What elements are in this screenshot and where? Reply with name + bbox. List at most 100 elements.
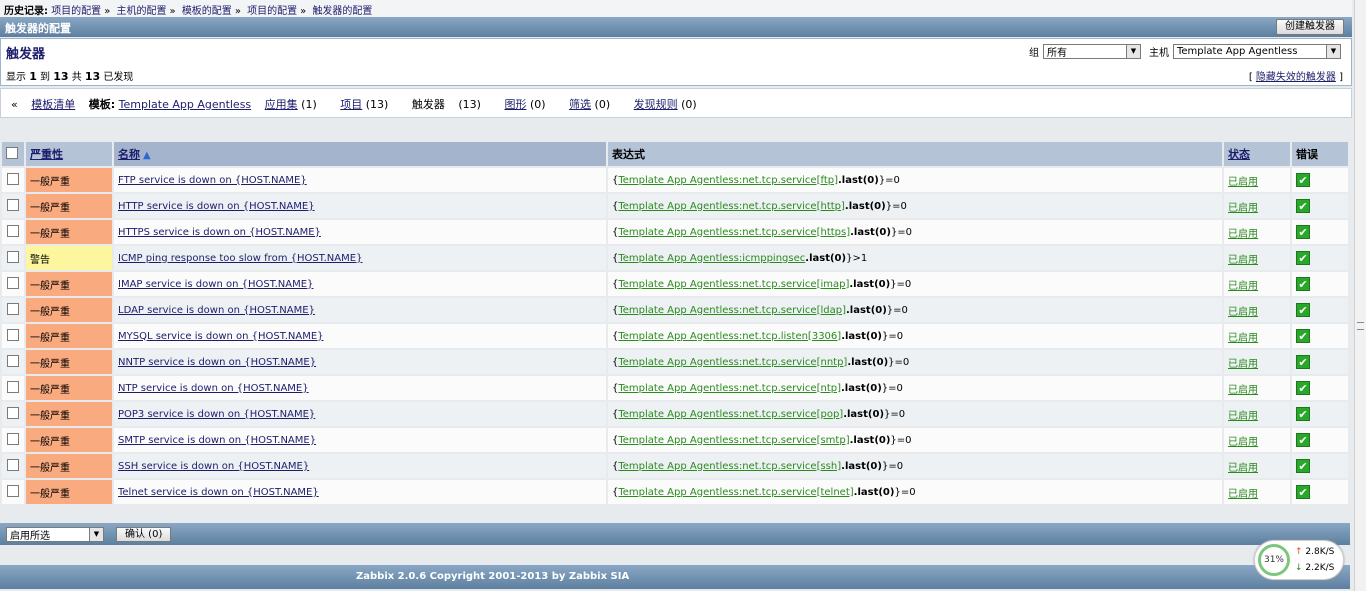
hide-disabled-link[interactable]: 隐藏失效的触发器 bbox=[1256, 72, 1336, 83]
status-toggle-link[interactable]: 已启用 bbox=[1228, 437, 1258, 448]
history-item[interactable]: 项目的配置 bbox=[51, 6, 101, 17]
trigger-name-link[interactable]: NNTP service is down on {HOST.NAME} bbox=[118, 357, 316, 368]
expr-function: .last(0) bbox=[840, 382, 882, 394]
history-label: 历史记录: bbox=[4, 6, 48, 17]
history-item[interactable]: 模板的配置 bbox=[182, 6, 232, 17]
expression-item-link[interactable]: Template App Agentless:net.tcp.service[p… bbox=[618, 409, 843, 420]
status-cell: 已启用 bbox=[1224, 272, 1290, 296]
trigger-name-link[interactable]: SMTP service is down on {HOST.NAME} bbox=[118, 435, 316, 446]
trigger-name-link[interactable]: POP3 service is down on {HOST.NAME} bbox=[118, 409, 315, 420]
display-prefix: 显示 bbox=[6, 72, 26, 83]
expression-item-link[interactable]: Template App Agentless:net.tcp.service[s… bbox=[618, 461, 841, 472]
name-cell: SSH service is down on {HOST.NAME} bbox=[114, 454, 606, 478]
network-speed-widget[interactable]: 31% ↑ 2.8K/S ↓ 2.2K/S bbox=[1254, 540, 1344, 580]
severity-cell: 一般严重 bbox=[26, 194, 112, 218]
mass-action-select[interactable]: 启用所选 ▼ bbox=[6, 526, 104, 542]
section-title: 触发器的配置 bbox=[5, 22, 71, 35]
trigger-name-link[interactable]: LDAP service is down on {HOST.NAME} bbox=[118, 305, 315, 316]
trigger-name-link[interactable]: FTP service is down on {HOST.NAME} bbox=[118, 175, 307, 186]
row-checkbox[interactable] bbox=[7, 406, 19, 419]
confirm-button[interactable]: 确认 (0) bbox=[116, 526, 172, 542]
row-checkbox[interactable] bbox=[7, 250, 19, 263]
status-toggle-link[interactable]: 已启用 bbox=[1228, 385, 1258, 396]
select-all-checkbox[interactable] bbox=[6, 146, 18, 159]
trigger-name-link[interactable]: Telnet service is down on {HOST.NAME} bbox=[118, 487, 319, 498]
trigger-name-link[interactable]: HTTP service is down on {HOST.NAME} bbox=[118, 201, 315, 212]
severity-header[interactable]: 严重性 bbox=[26, 142, 112, 166]
expression-cell: {Template App Agentless:net.tcp.listen[3… bbox=[608, 324, 1222, 348]
expression-item-link[interactable]: Template App Agentless:net.tcp.listen[33… bbox=[618, 331, 841, 342]
display-total: 13 bbox=[84, 70, 101, 83]
host-select[interactable]: Template App Agentless ▼ bbox=[1173, 44, 1341, 59]
name-cell: LDAP service is down on {HOST.NAME} bbox=[114, 298, 606, 322]
back-icon: « bbox=[11, 98, 18, 111]
row-checkbox[interactable] bbox=[7, 458, 19, 471]
row-checkbox[interactable] bbox=[7, 198, 19, 211]
trigger-name-link[interactable]: IMAP service is down on {HOST.NAME} bbox=[118, 279, 313, 290]
row-checkbox[interactable] bbox=[7, 432, 19, 445]
expression-item-link[interactable]: Template App Agentless:net.tcp.service[f… bbox=[618, 175, 838, 186]
trigger-name-link[interactable]: ICMP ping response too slow from {HOST.N… bbox=[118, 253, 362, 264]
graphs-link[interactable]: 图形 bbox=[504, 98, 526, 111]
row-checkbox[interactable] bbox=[7, 328, 19, 341]
expr-tail: }=0 bbox=[881, 460, 904, 472]
group-select[interactable]: 所有 ▼ bbox=[1043, 44, 1141, 59]
arrow-up-icon: ↑ bbox=[1295, 547, 1303, 557]
name-header[interactable]: 名称 ▲ bbox=[114, 142, 606, 166]
row-checkbox[interactable] bbox=[7, 172, 19, 185]
status-sort-link[interactable]: 状态 bbox=[1228, 148, 1250, 161]
expression-item-link[interactable]: Template App Agentless:net.tcp.service[n… bbox=[618, 383, 841, 394]
expression-cell: {Template App Agentless:net.tcp.service[… bbox=[608, 350, 1222, 374]
row-checkbox[interactable] bbox=[7, 302, 19, 315]
row-checkbox[interactable] bbox=[7, 224, 19, 237]
status-toggle-link[interactable]: 已启用 bbox=[1228, 463, 1258, 474]
expression-item-link[interactable]: Template App Agentless:net.tcp.service[s… bbox=[618, 435, 849, 446]
template-list-link[interactable]: 模板清单 bbox=[31, 98, 75, 111]
expression-item-link[interactable]: Template App Agentless:net.tcp.service[n… bbox=[618, 357, 847, 368]
display-count: 显示 1 到 13 共 13 已发现 bbox=[6, 68, 133, 83]
severity-cell: 一般严重 bbox=[26, 376, 112, 400]
status-toggle-link[interactable]: 已启用 bbox=[1228, 489, 1258, 500]
trigger-name-link[interactable]: HTTPS service is down on {HOST.NAME} bbox=[118, 227, 321, 238]
discovery-rules-link[interactable]: 发现规则 bbox=[634, 98, 678, 111]
status-header[interactable]: 状态 bbox=[1224, 142, 1290, 166]
check-ok-icon: ✔ bbox=[1296, 251, 1310, 265]
expression-item-link[interactable]: Template App Agentless:net.tcp.service[l… bbox=[618, 305, 846, 316]
expression-item-link[interactable]: Template App Agentless:net.tcp.service[h… bbox=[618, 201, 845, 212]
trigger-name-link[interactable]: MYSQL service is down on {HOST.NAME} bbox=[118, 331, 324, 342]
row-checkbox[interactable] bbox=[7, 380, 19, 393]
screens-link[interactable]: 筛选 bbox=[569, 98, 591, 111]
template-name-link[interactable]: Template App Agentless bbox=[119, 98, 252, 111]
status-toggle-link[interactable]: 已启用 bbox=[1228, 359, 1258, 370]
expression-item-link[interactable]: Template App Agentless:net.tcp.service[i… bbox=[618, 279, 849, 290]
status-toggle-link[interactable]: 已启用 bbox=[1228, 255, 1258, 266]
row-checkbox[interactable] bbox=[7, 276, 19, 289]
row-checkbox[interactable] bbox=[7, 484, 19, 497]
status-toggle-link[interactable]: 已启用 bbox=[1228, 177, 1258, 188]
trigger-name-link[interactable]: NTP service is down on {HOST.NAME} bbox=[118, 383, 309, 394]
name-sort-link[interactable]: 名称 bbox=[118, 148, 140, 161]
history-item[interactable]: 触发器的配置 bbox=[312, 6, 372, 17]
expression-item-link[interactable]: Template App Agentless:net.tcp.service[h… bbox=[618, 227, 850, 238]
items-link[interactable]: 项目 bbox=[340, 98, 362, 111]
history-separator: » bbox=[169, 6, 176, 17]
status-toggle-link[interactable]: 已启用 bbox=[1228, 307, 1258, 318]
history-item[interactable]: 主机的配置 bbox=[117, 6, 167, 17]
row-checkbox-cell bbox=[2, 168, 24, 192]
status-toggle-link[interactable]: 已启用 bbox=[1228, 229, 1258, 240]
expression-item-link[interactable]: Template App Agentless:icmppingsec bbox=[618, 253, 805, 264]
severity-sort-link[interactable]: 严重性 bbox=[30, 148, 63, 161]
history-item[interactable]: 项目的配置 bbox=[247, 6, 297, 17]
status-toggle-link[interactable]: 已启用 bbox=[1228, 333, 1258, 344]
status-toggle-link[interactable]: 已启用 bbox=[1228, 203, 1258, 214]
expression-cell: {Template App Agentless:net.tcp.service[… bbox=[608, 454, 1222, 478]
status-toggle-link[interactable]: 已启用 bbox=[1228, 281, 1258, 292]
row-checkbox[interactable] bbox=[7, 354, 19, 367]
applications-link[interactable]: 应用集 bbox=[265, 98, 298, 111]
status-toggle-link[interactable]: 已启用 bbox=[1228, 411, 1258, 422]
trigger-name-link[interactable]: SSH service is down on {HOST.NAME} bbox=[118, 461, 309, 472]
create-trigger-button[interactable]: 创建触发器 bbox=[1276, 19, 1344, 35]
row-checkbox-cell bbox=[2, 324, 24, 348]
vertical-scrollbar[interactable] bbox=[1354, 0, 1366, 591]
expression-item-link[interactable]: Template App Agentless:net.tcp.service[t… bbox=[618, 487, 853, 498]
